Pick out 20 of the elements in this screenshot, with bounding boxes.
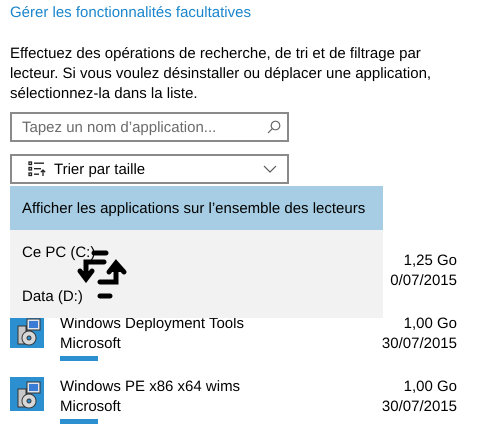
menu-item[interactable]: Afficher les applications sur l’ensemble des lecteurs [10, 186, 383, 230]
install-date: 0/07/2015 [390, 271, 457, 291]
app-size: 1,00 Go [404, 314, 457, 334]
search-field[interactable]: Tapez un nom d’application... [10, 112, 289, 142]
app-publisher: Microsoft [60, 397, 122, 417]
description-text: Effectuez des opérations de recherche, de tri et de filtrage par lecteur. Si vous voulez désinstaller ou déplacer une application, sélectionnez-la dans la liste. [10, 44, 432, 104]
install-date: 30/07/2015 [382, 397, 457, 417]
size-bar [60, 419, 98, 424]
chevron-down-icon [263, 165, 277, 173]
app-publisher: Microsoft [60, 334, 122, 354]
sort-list-icon [28, 161, 46, 177]
app-size: 1,00 Go [404, 377, 457, 397]
install-date: 30/07/2015 [382, 334, 457, 354]
manage-features-link[interactable]: Gérer les fonctionnalités facultatives [10, 4, 251, 22]
search-icon [267, 120, 281, 134]
size-bar [60, 356, 98, 361]
app-name: Windows PE x86 x64 wims [60, 377, 242, 397]
sort-dropdown[interactable]: Trier par taille [10, 154, 289, 184]
app-size: 1,25 Go [404, 251, 457, 271]
installer-icon [10, 377, 44, 411]
